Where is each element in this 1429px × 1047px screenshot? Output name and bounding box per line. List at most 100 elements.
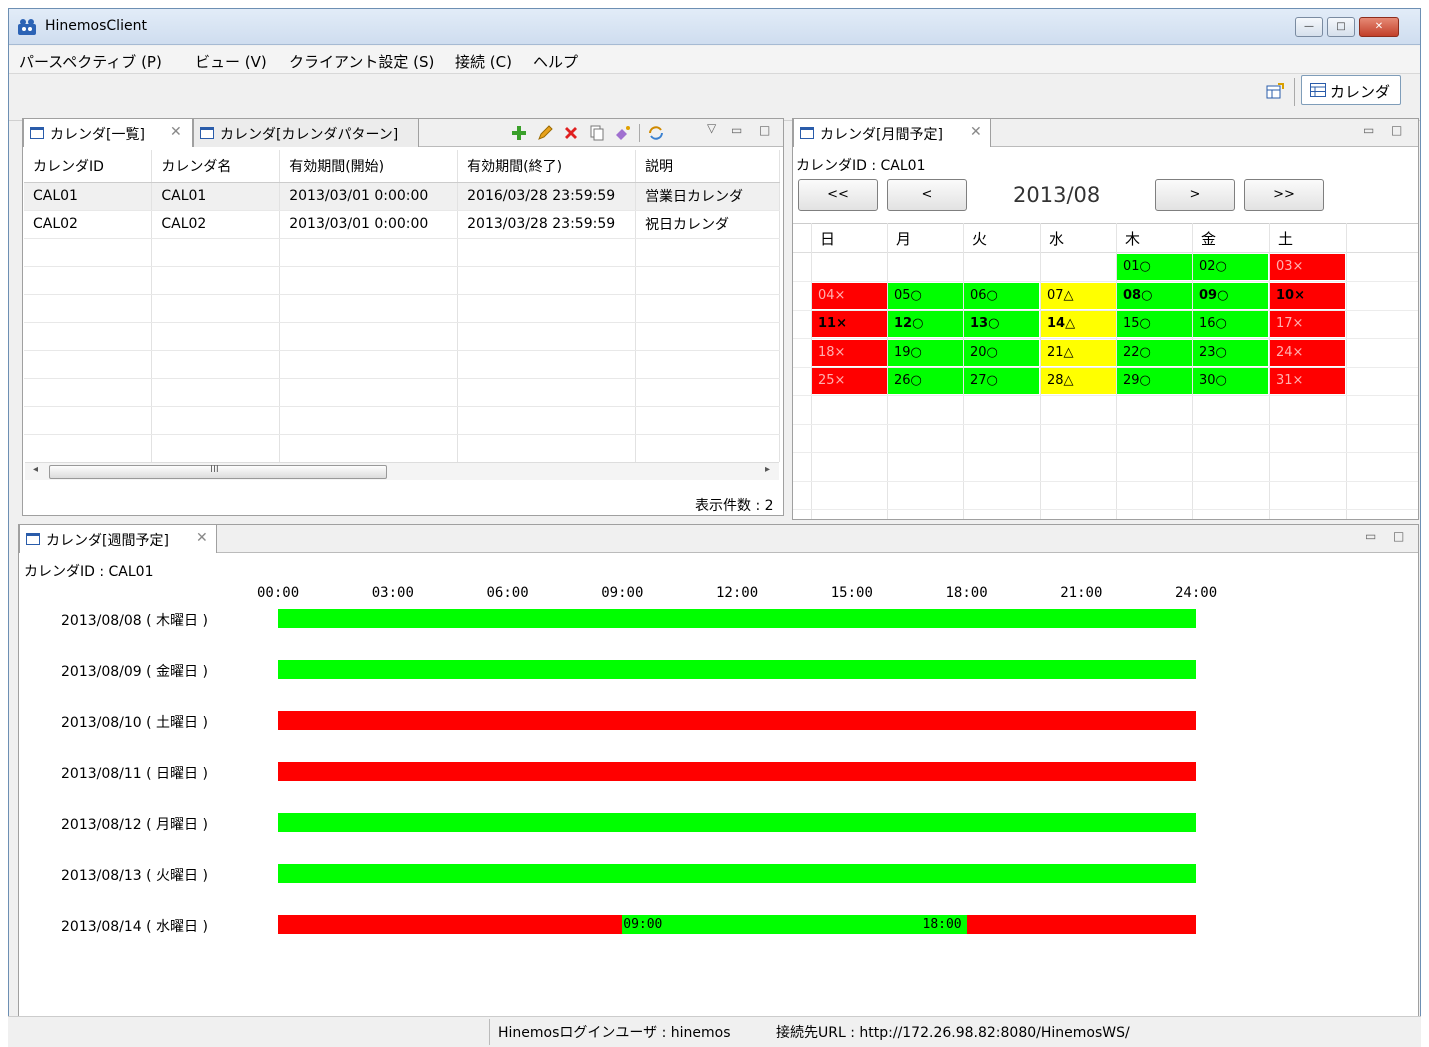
calendar-day[interactable]: 19○	[888, 339, 963, 366]
calendar-day[interactable]: 28△	[1041, 368, 1116, 395]
tab-calendar-list[interactable]: カレンダ[一覧] ✕	[23, 119, 193, 147]
calendar-day[interactable]: 23○	[1193, 339, 1268, 366]
calendar-day[interactable]: 04×	[812, 282, 887, 309]
minimize-view-icon[interactable]: ▭	[1365, 529, 1384, 543]
maximize-button[interactable]: □	[1327, 17, 1355, 37]
scroll-right-icon[interactable]: ▸	[765, 464, 770, 475]
view-menu-icon[interactable]: ▽	[707, 121, 724, 135]
column-header[interactable]: 有効期間(終了)	[457, 150, 637, 183]
calendar-day[interactable]: 31×	[1270, 368, 1345, 395]
prev-month-button[interactable]: <	[887, 179, 967, 211]
table-cell	[24, 294, 153, 323]
calendar-day[interactable]: 02○	[1193, 254, 1268, 280]
schedule-bar	[278, 660, 1196, 679]
menu-help[interactable]: ヘルプ	[533, 51, 578, 72]
grid-line	[793, 423, 1418, 425]
table-cell	[151, 238, 281, 267]
next-month-button[interactable]: >	[1155, 179, 1235, 211]
close-button[interactable]: ✕	[1359, 17, 1399, 37]
column-header[interactable]: 有効期間(開始)	[279, 150, 459, 183]
calendar-day[interactable]: 20○	[964, 339, 1039, 366]
perspective-calendar-button[interactable]: カレンダ	[1301, 75, 1401, 105]
minimize-view-icon[interactable]: ▭	[1363, 123, 1382, 137]
calendar-day[interactable]: 30○	[1193, 368, 1268, 395]
table-cell	[635, 238, 780, 267]
menu-perspective[interactable]: パースペクティブ (P)	[19, 51, 162, 72]
add-icon[interactable]	[511, 125, 527, 141]
minimize-view-icon[interactable]: ▭	[731, 123, 750, 137]
grid-line	[793, 395, 1418, 396]
close-tab-icon[interactable]: ✕	[170, 124, 182, 140]
menu-view[interactable]: ビュー (V)	[195, 51, 267, 72]
weekday-label: 月	[896, 230, 912, 248]
calendar-day[interactable]: 14△	[1041, 311, 1116, 338]
calendar-day[interactable]: 13○	[964, 311, 1039, 338]
weekday-label: 木	[1125, 230, 1141, 248]
tab-monthly-schedule[interactable]: カレンダ[月間予定] ✕	[793, 119, 991, 147]
detail-icon[interactable]	[615, 125, 631, 141]
calendar-day[interactable]: 01○	[1117, 254, 1192, 280]
edit-icon[interactable]	[537, 125, 553, 141]
month-title: 2013/08	[1013, 183, 1101, 207]
maximize-view-icon[interactable]: □	[759, 123, 778, 137]
table-cell	[24, 238, 153, 267]
calendar-day[interactable]: 17×	[1270, 311, 1345, 338]
tab-calendar-pattern[interactable]: カレンダ[カレンダパターン]	[193, 119, 419, 147]
calendar-day[interactable]: 11×	[812, 311, 887, 338]
calendar-day[interactable]: 15○	[1117, 311, 1192, 338]
scroll-thumb[interactable]: III	[49, 464, 387, 479]
table-cell	[457, 294, 637, 323]
copy-icon[interactable]	[589, 125, 605, 141]
table-cell: 2013/03/01 0:00:00	[279, 210, 459, 239]
tab-label: カレンダ[一覧]	[50, 127, 145, 143]
maximize-view-icon[interactable]: □	[1393, 529, 1412, 543]
tab-weekly-schedule[interactable]: カレンダ[週間予定] ✕	[19, 525, 217, 553]
calendar-day[interactable]: 26○	[888, 368, 963, 395]
calendar-day[interactable]: 22○	[1117, 339, 1192, 366]
delete-icon[interactable]	[563, 125, 579, 141]
calendar-day[interactable]: 06○	[964, 282, 1039, 309]
minimize-button[interactable]: —	[1295, 17, 1323, 37]
table-row[interactable]: CAL01 CAL01 2013/03/01 0:00:00 2016/03/28 2…	[24, 182, 780, 211]
calendar-day[interactable]: 05○	[888, 282, 963, 309]
calendar-day[interactable]: 27○	[964, 368, 1039, 395]
next-year-button[interactable]: >>	[1244, 179, 1324, 211]
close-tab-icon[interactable]: ✕	[970, 124, 982, 140]
calendar-day[interactable]: 18×	[812, 339, 887, 366]
table-row[interactable]: CAL02 CAL02 2013/03/01 0:00:00 2013/03/28 2…	[24, 210, 780, 239]
calendar-day[interactable]: 25×	[812, 368, 887, 395]
table-row	[24, 434, 780, 462]
close-tab-icon[interactable]: ✕	[196, 530, 208, 546]
table-cell	[457, 434, 637, 462]
menu-client-settings[interactable]: クライアント設定 (S)	[289, 51, 434, 72]
main-toolbar	[9, 75, 1420, 121]
menu-connect[interactable]: 接続 (C)	[455, 51, 512, 72]
calendar-day[interactable]: 24×	[1270, 339, 1345, 366]
column-header[interactable]: カレンダID	[24, 150, 153, 183]
hour-label: 15:00	[830, 585, 873, 601]
prev-year-button[interactable]: <<	[798, 179, 878, 211]
table-row	[24, 266, 780, 295]
calendar-day[interactable]: 09○	[1193, 282, 1268, 309]
view-icon	[30, 127, 44, 139]
open-perspective-icon[interactable]	[1266, 83, 1284, 99]
calendar-day[interactable]: 08○	[1117, 282, 1192, 309]
calendar-day[interactable]: 29○	[1117, 368, 1192, 395]
maximize-view-icon[interactable]: □	[1391, 123, 1410, 137]
calendar-day[interactable]: 12○	[888, 311, 963, 338]
column-header[interactable]: 説明	[635, 150, 780, 183]
refresh-icon[interactable]	[647, 124, 665, 142]
hour-label: 09:00	[601, 585, 644, 601]
toolbar-separator	[639, 124, 640, 142]
calendar-day[interactable]: 10×	[1270, 282, 1345, 309]
scroll-left-icon[interactable]: ◂	[33, 464, 38, 475]
day-label: 2013/08/12 ( 月曜日 )	[61, 817, 208, 833]
calendar-day[interactable]: 03×	[1270, 254, 1345, 280]
table-cell	[151, 294, 281, 323]
calendar-day[interactable]: 16○	[1193, 311, 1268, 338]
table-cell	[457, 238, 637, 267]
column-header[interactable]: カレンダ名	[151, 150, 281, 183]
calendar-day[interactable]: 07△	[1041, 282, 1116, 309]
horizontal-scrollbar[interactable]: ◂ III ▸	[25, 462, 779, 480]
calendar-day[interactable]: 21△	[1041, 339, 1116, 366]
